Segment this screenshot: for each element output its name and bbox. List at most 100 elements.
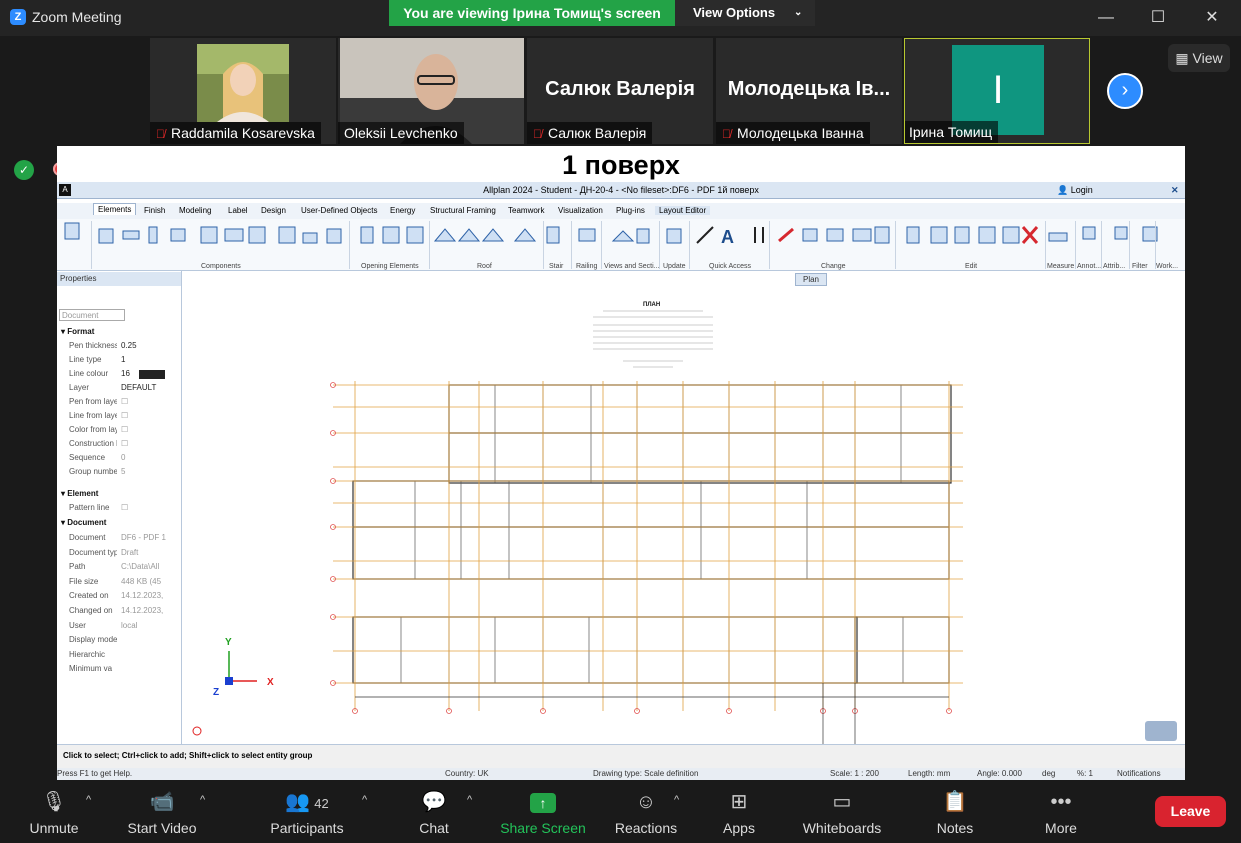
section-element[interactable]: ▾ Element [61,487,98,501]
audio-options-chevron-icon[interactable]: ^ [86,794,91,806]
tab-user-defined-objects[interactable]: User-Defined Objects [301,206,377,215]
participants-button[interactable]: 👥 42 Participants [266,790,348,836]
percent-text[interactable]: %: 1 [1077,769,1093,778]
tab-modeling[interactable]: Modeling [179,206,211,215]
prop-checkbox[interactable]: ☐ [121,409,167,423]
prop-value[interactable]: 16 [121,367,137,381]
color-swatch[interactable] [139,370,165,379]
participant-display-name: Молодецька Ів... [727,78,891,100]
section-document[interactable]: ▾ Document [61,516,106,530]
close-button[interactable]: ✕ [1200,6,1224,30]
floor-plan-drawing: X Y Z [192,310,1177,744]
participant-tile-active-speaker[interactable]: І Ірина Томищ [904,38,1090,144]
maximize-button[interactable]: ☐ [1146,6,1170,30]
reactions-options-chevron-icon[interactable]: ^ [674,794,679,806]
encryption-shield-icon[interactable]: ✓ [14,160,34,180]
axis-y-label: Y [225,637,232,648]
login-link[interactable]: 👤 Login [1057,182,1093,199]
whiteboard-icon: ▭ [832,791,852,813]
axis-z-label: Z [213,687,219,698]
prop-value[interactable]: 0 [121,451,167,465]
participant-name-tag: Ірина Томищ [905,121,999,143]
ribbon-group-label: Roof [477,263,492,270]
prop-label: Color from layer [69,425,117,434]
unmute-label: Unmute [29,820,79,836]
prop-checkbox[interactable]: ☐ [121,501,167,515]
angle-text[interactable]: Angle: 0.000 [977,769,1022,778]
participant-name: Raddamila Kosarevska [171,125,315,141]
tab-structural-framing[interactable]: Structural Framing [430,206,496,215]
unmute-button[interactable]: 🎙 Unmute [26,790,82,836]
prop-label: Pattern line [69,503,110,512]
more-button[interactable]: ••• More [1040,790,1082,836]
prop-label: Layer [69,383,90,392]
prop-label: Display mode [69,635,117,644]
start-video-label: Start Video [127,820,197,836]
participant-name: Ірина Томищ [909,124,993,140]
minimize-button[interactable]: — [1094,6,1118,30]
slide-title: 1 поверх [562,150,680,180]
notifications-link[interactable]: Notifications [1117,769,1161,778]
length-text[interactable]: Length: mm [908,769,950,778]
participant-name: Молодецька Іванна [737,125,864,141]
prop-checkbox[interactable]: ☐ [121,395,167,409]
drawing-canvas[interactable]: Plan ПЛАН X Y Z [183,271,1185,744]
participants-label: Participants [270,820,344,836]
window-title: Zoom Meeting [32,9,122,25]
prop-value[interactable]: 1 [121,353,167,367]
tab-visualization[interactable]: Visualization [558,206,603,215]
participant-name-tag: 🎙̸ Салюк Валерія [527,122,653,144]
start-video-button[interactable]: 📹 Start Video [124,790,200,836]
document-select[interactable]: Document [59,309,125,321]
participant-tile[interactable]: Oleksii Levchenko [338,38,524,144]
chat-options-chevron-icon[interactable]: ^ [467,794,472,806]
ribbon-tool-icons: A [64,222,1158,247]
participant-tile[interactable]: Молодецька Ів... 🎙̸ Молодецька Іванна [716,38,902,144]
prop-value[interactable]: 0.25 [121,339,167,353]
notes-button[interactable]: 📋 Notes [934,790,976,836]
chat-button[interactable]: 💬 Chat [414,790,454,836]
whiteboards-button[interactable]: ▭ Whiteboards [800,790,884,836]
meeting-toolbar: 🎙 Unmute ^ 📹 Start Video ^ 👥 42 Participants… [0,780,1241,843]
view-button-label: View [1192,50,1223,66]
prop-checkbox[interactable]: ☐ [121,437,167,451]
prop-label: Group number [69,467,117,476]
section-format-label: Format [67,327,95,336]
reactions-icon: ☺ [635,791,657,813]
prop-value[interactable]: DEFAULT [121,381,167,395]
video-options-chevron-icon[interactable]: ^ [200,794,205,806]
participant-tile[interactable]: 🎙̸ Raddamila Kosarevska [150,38,336,144]
tab-design[interactable]: Design [261,206,286,215]
chat-label: Chat [419,820,449,836]
prop-checkbox[interactable]: ☐ [121,423,167,437]
prop-value[interactable]: 5 [121,465,167,479]
apps-button[interactable]: ⊞ Apps [720,790,758,836]
shared-screen: 1 поверх A Allplan 2024 - Student - ДН-2… [57,146,1185,780]
reactions-button[interactable]: ☺ Reactions [614,790,678,836]
share-screen-button[interactable]: ↑ Share Screen [500,790,586,836]
view-options-button[interactable]: View Options ⌄ [675,0,815,26]
section-format[interactable]: ▾ Format [61,325,94,339]
angle-unit-text[interactable]: deg [1042,769,1055,778]
ribbon-group-label: Edit [965,263,978,270]
tab-finish[interactable]: Finish [144,206,165,215]
tab-label[interactable]: Label [228,206,248,215]
participant-tile[interactable]: Салюк Валерія 🎙̸ Салюк Валерія [527,38,713,144]
more-label: More [1045,820,1077,836]
prop-label: Hierarchic [69,650,106,659]
scale-text[interactable]: Scale: 1 : 200 [830,769,879,778]
view-button[interactable]: ▦ View [1168,44,1230,72]
prop-value: local [121,621,138,630]
tab-elements[interactable]: Elements [93,203,137,215]
muted-mic-icon: 🎙̸ [533,127,542,141]
tab-plug-ins[interactable]: Plug-ins [616,206,645,215]
prop-label: Pen thickness [69,341,117,350]
tab-energy[interactable]: Energy [390,206,415,215]
next-page-arrow-icon[interactable]: › [1107,73,1143,109]
tab-teamwork[interactable]: Teamwork [508,206,544,215]
participants-options-chevron-icon[interactable]: ^ [362,794,367,806]
prop-value: 14.12.2023, [121,591,164,600]
leave-button[interactable]: Leave [1155,796,1226,827]
tab-layout-editor[interactable]: Layout Editor [655,206,711,215]
allplan-close-icon[interactable]: ✕ [1171,182,1179,199]
